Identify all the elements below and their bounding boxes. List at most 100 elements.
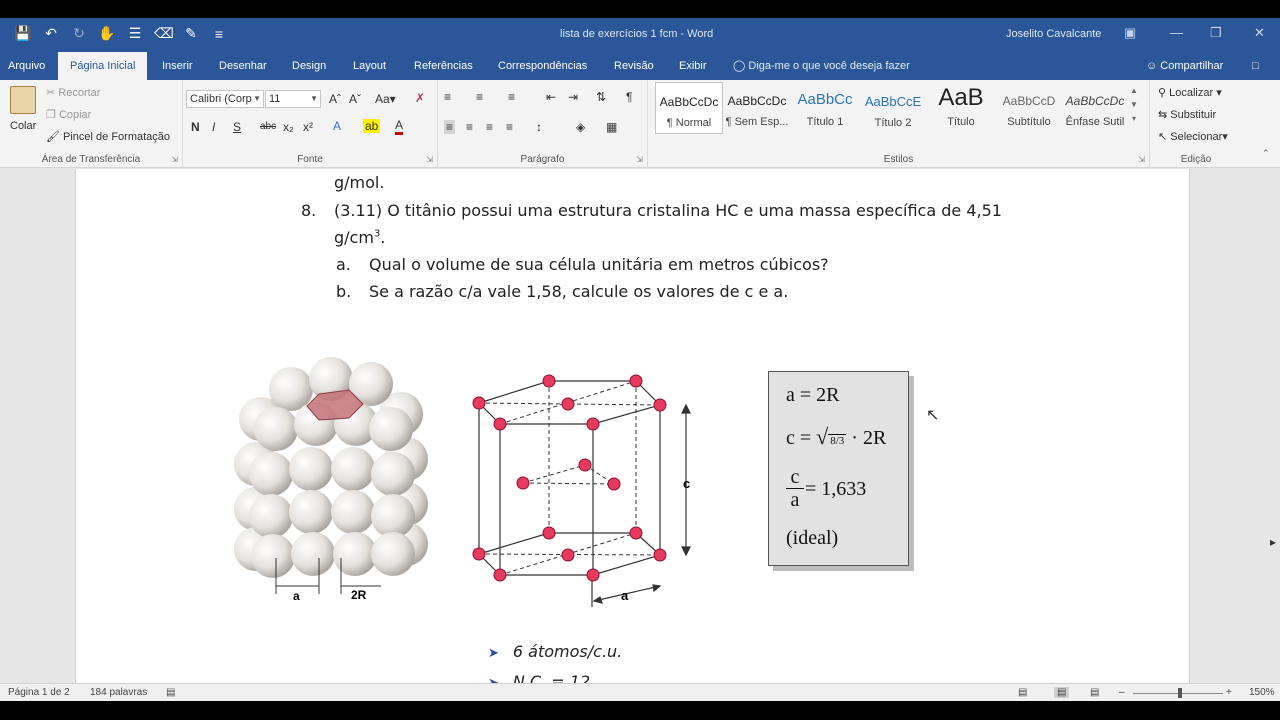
style-subtle-emphasis[interactable]: AaBbCcDc Ênfase Sutil bbox=[1061, 82, 1129, 134]
multilevel-list-icon[interactable]: ≡ bbox=[508, 90, 515, 104]
tab-inserir[interactable]: Inserir bbox=[162, 52, 193, 80]
eraser-icon[interactable]: ⌫ bbox=[154, 25, 174, 42]
paste-icon[interactable] bbox=[10, 86, 36, 114]
grow-font-icon[interactable]: Aˆ bbox=[329, 92, 341, 106]
find-label: Localizar bbox=[1169, 87, 1214, 99]
word-count[interactable]: 184 palavras bbox=[90, 687, 147, 698]
format-painter-button[interactable]: 🖌 Pincel de Formatação bbox=[46, 130, 170, 143]
clear-format-icon[interactable]: ✗ bbox=[415, 91, 425, 105]
strikethrough-icon[interactable]: abc bbox=[260, 121, 276, 132]
align-right-icon[interactable]: ≡ bbox=[486, 120, 493, 134]
find-button[interactable]: ⚲ Localizar ▾ bbox=[1158, 86, 1222, 99]
style-no-spacing[interactable]: AaBbCcDc ¶ Sem Esp... bbox=[723, 82, 791, 134]
style-name: ¶ Sem Esp... bbox=[725, 116, 789, 128]
font-color-icon[interactable]: A bbox=[395, 119, 404, 135]
page-count[interactable]: Página 1 de 2 bbox=[8, 687, 70, 698]
font-group-label: Fonte bbox=[297, 154, 323, 165]
collapse-ribbon-icon[interactable]: ⌃ bbox=[1262, 148, 1270, 159]
cut-button[interactable]: ✂ Recortar bbox=[46, 86, 100, 99]
align-left-icon[interactable]: ≡ bbox=[444, 120, 456, 134]
print-layout-icon[interactable]: ▤ bbox=[1054, 687, 1070, 698]
superscript-icon[interactable]: x² bbox=[303, 120, 313, 134]
comments-icon[interactable]: □ bbox=[1252, 52, 1259, 80]
shrink-font-icon[interactable]: Aˇ bbox=[349, 92, 361, 106]
label-a-cell: a bbox=[621, 588, 629, 603]
copy-button[interactable]: ❐ Copiar bbox=[46, 108, 91, 121]
style-name: Ênfase Sutil bbox=[1065, 116, 1125, 128]
underline-icon[interactable]: S bbox=[233, 120, 241, 134]
tab-referencias[interactable]: Referências bbox=[414, 52, 473, 80]
style-name: ¶ Normal bbox=[666, 117, 712, 129]
customize-icon[interactable]: ☰ bbox=[126, 25, 144, 42]
select-button[interactable]: ↖ Selecionar▾ bbox=[1158, 130, 1228, 143]
tell-me-box[interactable]: ◯ Diga-me o que você deseja fazer bbox=[733, 52, 910, 80]
borders-icon[interactable]: ▦ bbox=[606, 120, 617, 134]
change-case-icon[interactable]: Aa▾ bbox=[375, 92, 396, 106]
increase-indent-icon[interactable]: ⇥ bbox=[568, 90, 578, 104]
tab-revisao[interactable]: Revisão bbox=[614, 52, 654, 80]
styles-scroll-icon[interactable]: ▲ ▼ ▾ bbox=[1130, 84, 1138, 126]
style-normal[interactable]: AaBbCcDc ¶ Normal bbox=[655, 82, 723, 134]
minimize-icon[interactable]: — bbox=[1170, 25, 1183, 40]
scroll-indicator-icon[interactable]: ▸ bbox=[1270, 535, 1276, 549]
share-button[interactable]: ☺ Compartilhar bbox=[1146, 52, 1223, 80]
shading-icon[interactable]: ◈ bbox=[576, 120, 585, 134]
chevron-down-icon: ▼ bbox=[253, 94, 261, 103]
zoom-out-icon[interactable]: – bbox=[1119, 687, 1125, 698]
touch-mode-icon[interactable]: ✋ bbox=[98, 25, 116, 42]
bold-icon[interactable]: N bbox=[191, 120, 200, 134]
document-page[interactable]: g/mol. 8. (3.11) O titânio possui uma es… bbox=[75, 169, 1190, 683]
save-icon[interactable]: 💾 bbox=[14, 25, 32, 42]
subscript-icon[interactable]: x₂ bbox=[283, 120, 294, 134]
font-family-select[interactable]: Calibri (Corp ▼ bbox=[186, 90, 264, 108]
style-title[interactable]: AaB Título bbox=[927, 82, 995, 134]
web-layout-icon[interactable]: ▤ bbox=[1090, 687, 1099, 698]
line-spacing-icon[interactable]: ↕ bbox=[536, 120, 542, 134]
paragraph-launcher-icon[interactable]: ⇲ bbox=[636, 155, 643, 164]
redo-icon[interactable]: ↻ bbox=[70, 25, 88, 42]
tab-layout[interactable]: Layout bbox=[353, 52, 386, 80]
style-subtitle[interactable]: AaBbCcD Subtítulo bbox=[995, 82, 1063, 134]
undo-icon[interactable]: ↶ bbox=[42, 25, 60, 42]
tab-arquivo[interactable]: Arquivo bbox=[8, 52, 45, 80]
user-name[interactable]: Joselito Cavalcante bbox=[1006, 28, 1101, 40]
numbering-icon[interactable]: ≡ bbox=[476, 90, 483, 104]
style-heading-2[interactable]: AaBbCcE Título 2 bbox=[859, 82, 927, 134]
tab-design[interactable]: Design bbox=[292, 52, 326, 80]
unit-period: . bbox=[380, 228, 386, 247]
text-effects-icon[interactable]: A bbox=[333, 119, 341, 133]
replace-button[interactable]: ⇆ Substituir bbox=[1158, 108, 1216, 121]
decrease-indent-icon[interactable]: ⇤ bbox=[546, 90, 556, 104]
proofing-icon[interactable]: ▤ bbox=[166, 687, 175, 698]
zoom-in-icon[interactable]: + bbox=[1226, 687, 1232, 698]
close-icon[interactable]: ✕ bbox=[1254, 25, 1265, 41]
sqrt-icon: √ bbox=[816, 424, 829, 449]
tab-correspondencias[interactable]: Correspondências bbox=[498, 52, 587, 80]
font-size-select[interactable]: 11 ▼ bbox=[265, 90, 321, 108]
tab-exibir[interactable]: Exibir bbox=[679, 52, 707, 80]
paste-button[interactable]: Colar bbox=[10, 120, 36, 132]
pen-icon[interactable]: ✎ bbox=[182, 25, 200, 42]
font-family-value: Calibri (Corp bbox=[190, 93, 252, 105]
restore-icon[interactable]: ❐ bbox=[1210, 25, 1222, 41]
ribbon-display-icon[interactable]: ▣ bbox=[1124, 25, 1136, 41]
italic-icon[interactable]: I bbox=[212, 120, 215, 134]
font-launcher-icon[interactable]: ⇲ bbox=[426, 155, 433, 164]
tab-pagina-inicial[interactable]: Página Inicial bbox=[58, 52, 148, 80]
justify-icon[interactable]: ≡ bbox=[506, 120, 513, 134]
bullets-icon[interactable]: ≡ bbox=[444, 90, 451, 104]
qat-more-icon[interactable]: ≡ bbox=[210, 26, 228, 42]
style-heading-1[interactable]: AaBbCc Título 1 bbox=[791, 82, 859, 134]
copy-icon: ❐ bbox=[46, 109, 56, 121]
zoom-level[interactable]: 150% bbox=[1249, 687, 1275, 698]
read-mode-icon[interactable]: ▤ bbox=[1018, 687, 1027, 698]
tab-desenhar[interactable]: Desenhar bbox=[219, 52, 267, 80]
sort-icon[interactable]: ⇅ bbox=[596, 90, 606, 104]
item-a-text: Qual o volume de sua célula unitária em … bbox=[369, 255, 829, 274]
align-center-icon[interactable]: ≡ bbox=[466, 120, 473, 134]
pilcrow-icon[interactable]: ¶ bbox=[626, 90, 632, 104]
highlight-icon[interactable]: ab bbox=[363, 119, 381, 133]
zoom-slider-thumb[interactable] bbox=[1178, 688, 1182, 698]
clipboard-launcher-icon[interactable]: ⇲ bbox=[171, 155, 178, 164]
styles-launcher-icon[interactable]: ⇲ bbox=[1138, 155, 1145, 164]
